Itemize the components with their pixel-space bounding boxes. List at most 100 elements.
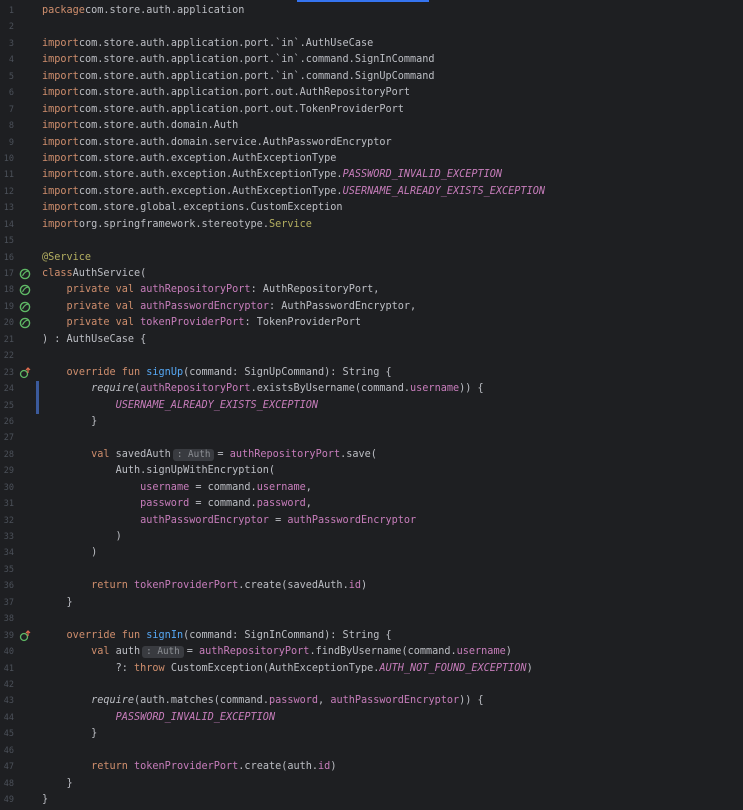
line-number[interactable]: 21 <box>0 332 14 348</box>
code-line[interactable]: 34 ) <box>0 545 743 561</box>
code-line[interactable]: 37 } <box>0 595 743 611</box>
line-number[interactable]: 27 <box>0 430 14 446</box>
code-text[interactable]: } <box>42 776 73 792</box>
spring-bean-icon[interactable] <box>19 317 31 329</box>
line-number[interactable]: 26 <box>0 414 14 430</box>
code-text[interactable]: importcom.store.auth.exception.AuthExcep… <box>42 151 336 167</box>
vcs-change-marker[interactable] <box>36 397 39 414</box>
code-text[interactable]: @Service <box>42 250 91 266</box>
code-line[interactable]: 28 val savedAuth: Auth = authRepositoryPo… <box>0 447 743 463</box>
code-text[interactable]: return tokenProviderPort.create(auth.id) <box>42 759 336 775</box>
line-number[interactable]: 13 <box>0 200 14 216</box>
code-line[interactable]: 1 packagecom.store.auth.application <box>0 3 743 19</box>
line-number[interactable]: 34 <box>0 545 14 561</box>
code-line[interactable]: 14 importorg.springframework.stereotype.S… <box>0 217 743 233</box>
code-text[interactable]: } <box>42 792 48 808</box>
spring-bean-icon[interactable] <box>19 284 31 296</box>
code-line[interactable]: 27 <box>0 430 743 446</box>
code-text[interactable]: username = command.username, <box>42 480 312 496</box>
line-number[interactable]: 42 <box>0 677 14 693</box>
code-text[interactable]: } <box>42 726 97 742</box>
code-line[interactable]: 16 @Service <box>0 250 743 266</box>
code-text[interactable]: ) <box>42 545 97 561</box>
line-number[interactable]: 49 <box>0 792 14 808</box>
code-line[interactable]: 22 <box>0 348 743 364</box>
code-text[interactable]: private val authRepositoryPort: AuthRepo… <box>42 282 380 298</box>
code-text[interactable]: importcom.store.auth.application.port.`i… <box>42 69 435 85</box>
line-number[interactable]: 16 <box>0 250 14 266</box>
code-text[interactable]: private val authPasswordEncryptor: AuthP… <box>42 299 417 315</box>
code-text[interactable]: importcom.store.auth.application.port.ou… <box>42 85 410 101</box>
code-line[interactable]: 36 return tokenProviderPort.create(saved… <box>0 578 743 594</box>
code-line[interactable]: 25 USERNAME_ALREADY_EXISTS_EXCEPTION <box>0 397 743 414</box>
code-line[interactable]: 26 } <box>0 414 743 430</box>
code-line[interactable]: 31 password = command.password, <box>0 496 743 512</box>
code-text[interactable]: classAuthService( <box>42 266 146 282</box>
line-number[interactable]: 36 <box>0 578 14 594</box>
code-text[interactable]: importcom.store.auth.application.port.`i… <box>42 36 373 52</box>
code-text[interactable]: override fun signUp(command: SignUpComma… <box>42 365 392 381</box>
code-line[interactable]: 2 <box>0 19 743 35</box>
line-number[interactable]: 32 <box>0 513 14 529</box>
code-line[interactable]: 20 private val tokenProviderPort: TokenP… <box>0 315 743 331</box>
code-text[interactable]: importcom.store.auth.domain.Auth <box>42 118 238 134</box>
code-text[interactable]: authPasswordEncryptor = authPasswordEncr… <box>42 513 416 529</box>
code-text[interactable]: importorg.springframework.stereotype.Ser… <box>42 217 312 233</box>
code-text[interactable]: PASSWORD_INVALID_EXCEPTION <box>42 710 275 726</box>
line-number[interactable]: 6 <box>0 85 14 101</box>
line-number[interactable]: 12 <box>0 184 14 200</box>
line-number[interactable]: 47 <box>0 759 14 775</box>
line-number[interactable]: 17 <box>0 266 14 282</box>
code-text[interactable]: importcom.store.global.exceptions.Custom… <box>42 200 343 216</box>
code-text[interactable]: USERNAME_ALREADY_EXISTS_EXCEPTION <box>42 398 318 414</box>
code-line[interactable]: 7 importcom.store.auth.application.port.o… <box>0 102 743 118</box>
line-number[interactable]: 20 <box>0 315 14 331</box>
code-line[interactable]: 19 private val authPasswordEncryptor: Au… <box>0 299 743 315</box>
line-number[interactable]: 45 <box>0 726 14 742</box>
line-number[interactable]: 19 <box>0 299 14 315</box>
code-text[interactable]: importcom.store.auth.domain.service.Auth… <box>42 135 392 151</box>
line-number[interactable]: 33 <box>0 529 14 545</box>
override-icon[interactable] <box>19 366 31 379</box>
line-number[interactable]: 44 <box>0 710 14 726</box>
code-line[interactable]: 10 importcom.store.auth.exception.AuthExc… <box>0 151 743 167</box>
line-number[interactable]: 37 <box>0 595 14 611</box>
code-text[interactable]: val auth: Auth = authRepositoryPort.findB… <box>42 644 512 660</box>
line-number[interactable]: 29 <box>0 463 14 479</box>
code-line[interactable]: 44 PASSWORD_INVALID_EXCEPTION <box>0 710 743 726</box>
spring-bean-icon[interactable] <box>19 268 31 280</box>
code-line[interactable]: 29 Auth.signUpWithEncryption( <box>0 463 743 479</box>
code-line[interactable]: 33 ) <box>0 529 743 545</box>
spring-bean-icon[interactable] <box>19 301 31 313</box>
line-number[interactable]: 39 <box>0 628 14 644</box>
line-number[interactable]: 5 <box>0 69 14 85</box>
code-line[interactable]: 24 require(authRepositoryPort.existsByUs… <box>0 381 743 398</box>
code-line[interactable]: 23 override fun signUp(command: SignUpCo… <box>0 365 743 381</box>
code-line[interactable]: 3 importcom.store.auth.application.port.`… <box>0 36 743 52</box>
code-text[interactable]: importcom.store.auth.exception.AuthExcep… <box>42 167 502 183</box>
code-text[interactable]: require(auth.matches(command.password, a… <box>42 693 484 709</box>
code-text[interactable]: private val tokenProviderPort: TokenProv… <box>42 315 361 331</box>
code-line[interactable]: 13 importcom.store.global.exceptions.Cust… <box>0 200 743 216</box>
code-line[interactable]: 38 <box>0 611 743 627</box>
line-number[interactable]: 46 <box>0 743 14 759</box>
line-number[interactable]: 14 <box>0 217 14 233</box>
code-text[interactable]: Auth.signUpWithEncryption( <box>42 463 275 479</box>
code-line[interactable]: 43 require(auth.matches(command.password… <box>0 693 743 709</box>
code-line[interactable]: 11 importcom.store.auth.exception.AuthExc… <box>0 167 743 183</box>
line-number[interactable]: 43 <box>0 693 14 709</box>
override-icon[interactable] <box>19 629 31 642</box>
code-line[interactable]: 30 username = command.username, <box>0 480 743 496</box>
line-number[interactable]: 2 <box>0 19 14 35</box>
line-number[interactable]: 1 <box>0 3 14 19</box>
code-line[interactable]: 12 importcom.store.auth.exception.AuthExc… <box>0 184 743 200</box>
code-line[interactable]: 49} <box>0 792 743 808</box>
line-number[interactable]: 8 <box>0 118 14 134</box>
line-number[interactable]: 38 <box>0 611 14 627</box>
code-line[interactable]: 45 } <box>0 726 743 742</box>
code-text[interactable]: require(authRepositoryPort.existsByUsern… <box>42 381 484 397</box>
code-text[interactable]: importcom.store.auth.exception.AuthExcep… <box>42 184 545 200</box>
line-number[interactable]: 11 <box>0 167 14 183</box>
vcs-change-marker[interactable] <box>36 381 39 398</box>
code-line[interactable]: 40 val auth: Auth = authRepositoryPort.fi… <box>0 644 743 660</box>
